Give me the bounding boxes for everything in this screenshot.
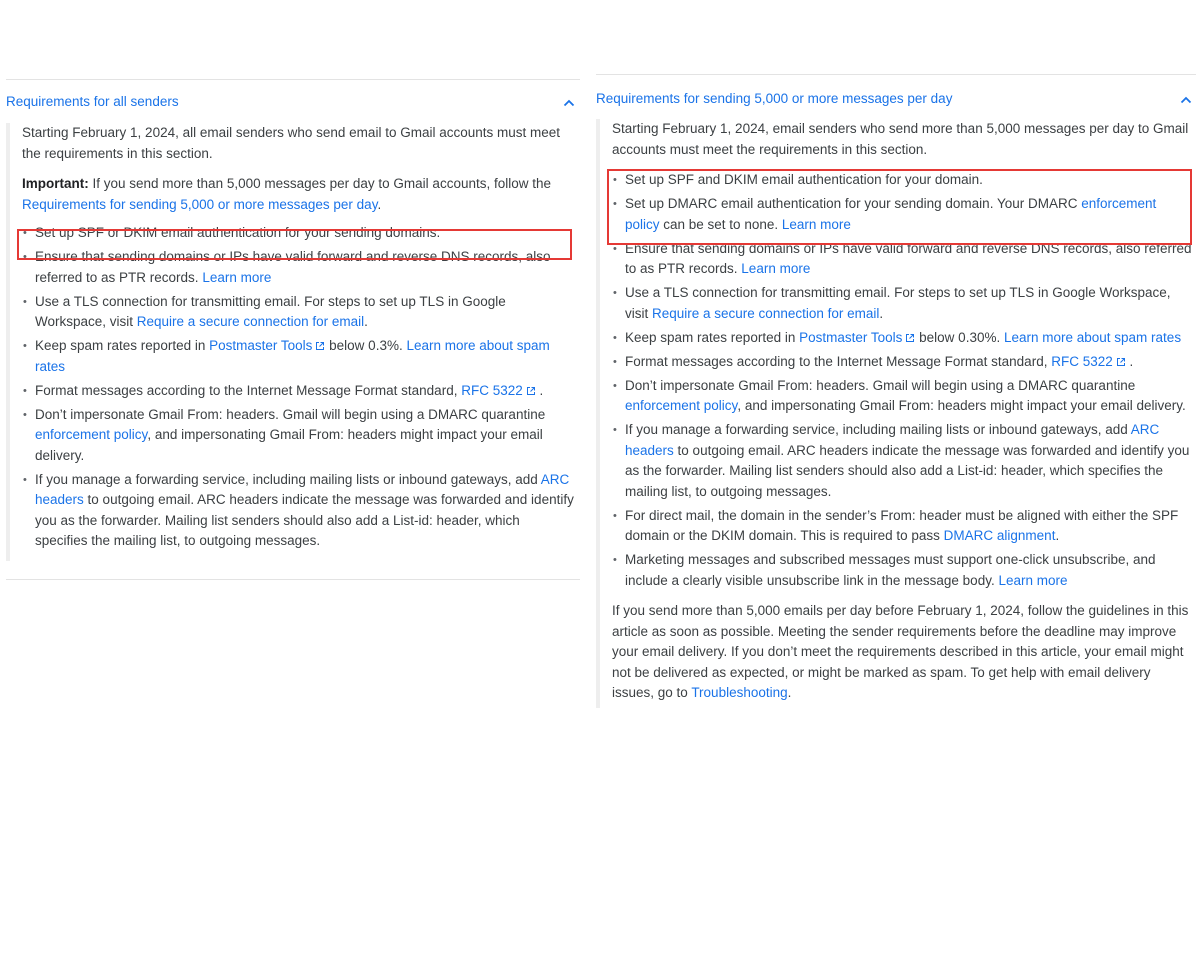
item-text: Keep spam rates reported in xyxy=(35,338,210,353)
external-link-icon xyxy=(526,386,535,395)
item-text: Format messages according to the Interne… xyxy=(625,353,1052,369)
rfc-5322-link[interactable]: RFC 5322 xyxy=(1051,354,1126,369)
item-text: Marketing messages and subscribed messag… xyxy=(625,552,1156,588)
accordion-5000-senders: Requirements for sending 5,000 or more m… xyxy=(596,74,1196,708)
enforcement-policy-link[interactable]: enforcement policy xyxy=(625,398,737,413)
list-item-spf-dkim: Set up SPF or DKIM email authentication … xyxy=(22,223,576,244)
requirements-list: Set up SPF and DKIM email authentication… xyxy=(612,170,1192,591)
important-note: Important: If you send more than 5,000 m… xyxy=(22,174,576,215)
list-item-spam-rates: Keep spam rates reported in Postmaster T… xyxy=(22,336,576,377)
enforcement-policy-link[interactable]: enforcement policy xyxy=(35,427,147,442)
requirements-list: Set up SPF or DKIM email authentication … xyxy=(22,223,576,552)
chevron-up-icon[interactable] xyxy=(1178,92,1194,108)
list-item-forwarding: If you manage a forwarding service, incl… xyxy=(612,420,1192,502)
learn-more-link[interactable]: Learn more xyxy=(202,270,271,285)
list-item-tls: Use a TLS connection for transmitting em… xyxy=(22,292,576,333)
postmaster-tools-link[interactable]: Postmaster Tools xyxy=(799,330,915,345)
accordion-header[interactable]: Requirements for all senders xyxy=(6,79,580,123)
text: . xyxy=(377,196,382,212)
item-text: Ensure that sending domains or IPs have … xyxy=(625,240,1192,277)
accordion-title[interactable]: Requirements for sending 5,000 or more m… xyxy=(596,91,952,106)
list-item-alignment: For direct mail, the domain in the sende… xyxy=(612,506,1192,547)
link-text[interactable]: Postmaster Tools xyxy=(799,330,902,345)
learn-more-link[interactable]: Learn more xyxy=(741,261,810,276)
item-text: For direct mail, the domain in the sende… xyxy=(625,507,1179,544)
requirements-5000-link[interactable]: Requirements for sending 5,000 or more m… xyxy=(22,197,377,212)
accordion-title[interactable]: Requirements for all senders xyxy=(6,94,179,109)
important-text: If you send more than 5,000 messages per… xyxy=(88,176,552,191)
accordion-content: Starting February 1, 2024, all email sen… xyxy=(6,123,580,561)
item-text: Set up DMARC email authentication for yo… xyxy=(625,196,1082,211)
item-text: . xyxy=(364,314,368,329)
item-text: Set up SPF or DKIM email authentication … xyxy=(35,225,441,240)
list-item-unsubscribe: Marketing messages and subscribed messag… xyxy=(612,550,1192,591)
rfc-5322-link[interactable]: RFC 5322 xyxy=(461,383,536,398)
list-item-spf-dkim: Set up SPF and DKIM email authentication… xyxy=(612,170,1192,191)
item-text: Set up SPF and DKIM email authentication… xyxy=(625,172,983,187)
link-text[interactable]: RFC 5322 xyxy=(461,383,523,398)
learn-more-link[interactable]: Learn more xyxy=(782,217,851,232)
item-text: If you manage a forwarding service, incl… xyxy=(35,471,541,487)
postmaster-tools-link[interactable]: Postmaster Tools xyxy=(209,338,325,353)
outro-paragraph: If you send more than 5,000 emails per d… xyxy=(612,601,1192,704)
list-item-dns: Ensure that sending domains or IPs have … xyxy=(612,239,1192,280)
list-item-impersonate: Don’t impersonate Gmail From: headers. G… xyxy=(612,376,1192,417)
item-text: . xyxy=(1125,353,1134,369)
external-link-icon xyxy=(1116,357,1125,366)
troubleshooting-link[interactable]: Troubleshooting xyxy=(691,685,787,700)
chevron-up-icon[interactable] xyxy=(561,95,577,111)
item-text: below 0.30%. xyxy=(915,329,1004,345)
item-text: can be set to none. xyxy=(659,216,782,232)
item-text: Format messages according to the Interne… xyxy=(35,382,462,398)
item-text: Don’t impersonate Gmail From: headers. G… xyxy=(35,406,546,422)
dmarc-alignment-link[interactable]: DMARC alignment xyxy=(944,528,1056,543)
external-link-icon xyxy=(906,333,915,342)
secure-connection-link[interactable]: Require a secure connection for email xyxy=(137,314,364,329)
item-text: Ensure that sending domains or IPs have … xyxy=(35,249,551,285)
item-text: to outgoing email. ARC headers indicate … xyxy=(625,442,1190,499)
list-item-tls: Use a TLS connection for transmitting em… xyxy=(612,283,1192,324)
item-text: If you manage a forwarding service, incl… xyxy=(625,422,1131,437)
list-item-format: Format messages according to the Interne… xyxy=(22,381,576,402)
list-item-format: Format messages according to the Interne… xyxy=(612,352,1192,373)
outro-text: . xyxy=(787,685,792,700)
list-item-impersonate: Don’t impersonate Gmail From: headers. G… xyxy=(22,405,576,467)
accordion-header[interactable]: Requirements for sending 5,000 or more m… xyxy=(596,74,1196,119)
item-text: Don’t impersonate Gmail From: headers. G… xyxy=(625,377,1136,393)
list-item-spam-rates: Keep spam rates reported in Postmaster T… xyxy=(612,328,1192,349)
list-item-forwarding: If you manage a forwarding service, incl… xyxy=(22,470,576,552)
intro-paragraph: Starting February 1, 2024, all email sen… xyxy=(22,125,561,161)
link-text[interactable]: Postmaster Tools xyxy=(209,338,312,353)
important-label: Important: xyxy=(22,176,89,191)
item-text: to outgoing email. ARC headers indicate … xyxy=(35,492,574,548)
learn-more-spam-link[interactable]: Learn more about spam rates xyxy=(1004,330,1181,345)
divider xyxy=(6,579,580,580)
accordion-content: Starting February 1, 2024, email senders… xyxy=(596,119,1196,708)
item-text: Keep spam rates reported in xyxy=(625,329,800,345)
item-text: . xyxy=(879,305,884,321)
accordion-all-senders: Requirements for all senders Starting Fe… xyxy=(6,79,580,580)
external-link-icon xyxy=(316,342,325,350)
item-text: below 0.3%. xyxy=(325,338,407,353)
item-text: , and impersonating Gmail From: headers … xyxy=(737,398,1186,413)
list-item-dmarc: Set up DMARC email authentication for yo… xyxy=(612,194,1192,235)
item-text: . xyxy=(535,382,544,398)
link-text[interactable]: RFC 5322 xyxy=(1051,354,1113,369)
secure-connection-link[interactable]: Require a secure connection for email xyxy=(652,306,879,321)
list-item-dns: Ensure that sending domains or IPs have … xyxy=(22,247,576,288)
intro-paragraph: Starting February 1, 2024, email senders… xyxy=(612,121,1189,157)
learn-more-link[interactable]: Learn more xyxy=(998,573,1067,588)
item-text: . xyxy=(1055,528,1060,543)
